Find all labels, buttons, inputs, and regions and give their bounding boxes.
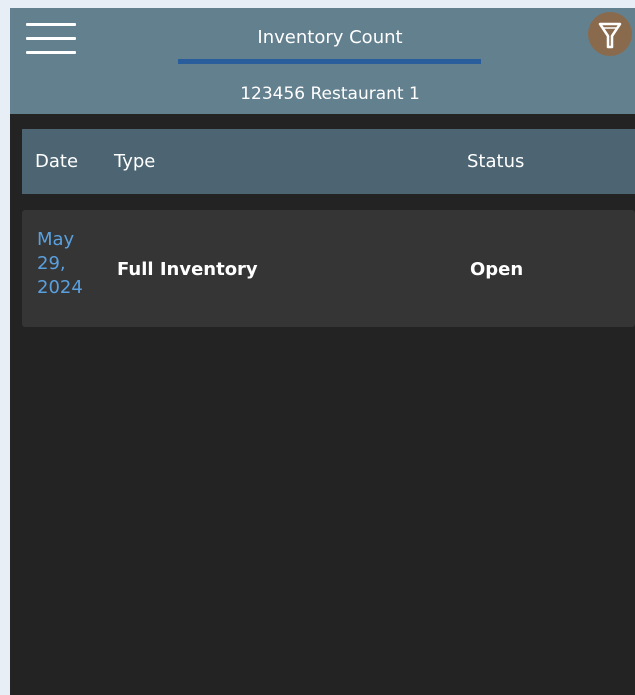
tab-inventory-count[interactable]: Inventory Count — [160, 27, 500, 48]
column-header-status[interactable]: Status — [467, 151, 524, 172]
menu-bar — [26, 23, 76, 26]
column-header-type[interactable]: Type — [114, 151, 155, 172]
restaurant-label: 123456 Restaurant 1 — [240, 84, 420, 104]
active-tab-indicator — [178, 59, 481, 64]
filter-button[interactable] — [588, 12, 632, 56]
column-header-date[interactable]: Date — [35, 151, 78, 172]
menu-bar — [26, 51, 76, 54]
menu-bar — [26, 37, 76, 40]
app-header: Inventory Count 123456 Restaurant 1 — [10, 8, 635, 114]
row-type: Full Inventory — [117, 259, 258, 280]
hamburger-menu-icon[interactable] — [26, 22, 76, 56]
table-row[interactable]: May 29, 2024 Full Inventory Open — [22, 210, 635, 327]
table-header: Date Type Status — [22, 129, 635, 194]
filter-funnel-icon — [598, 22, 622, 49]
row-date[interactable]: May 29, 2024 — [37, 228, 97, 300]
row-date-month: May — [37, 229, 75, 250]
row-status: Open — [470, 259, 524, 280]
row-date-day: 29, — [37, 253, 66, 274]
row-date-year: 2024 — [37, 277, 83, 298]
app-window: Inventory Count 123456 Restaurant 1 Date… — [10, 8, 635, 695]
